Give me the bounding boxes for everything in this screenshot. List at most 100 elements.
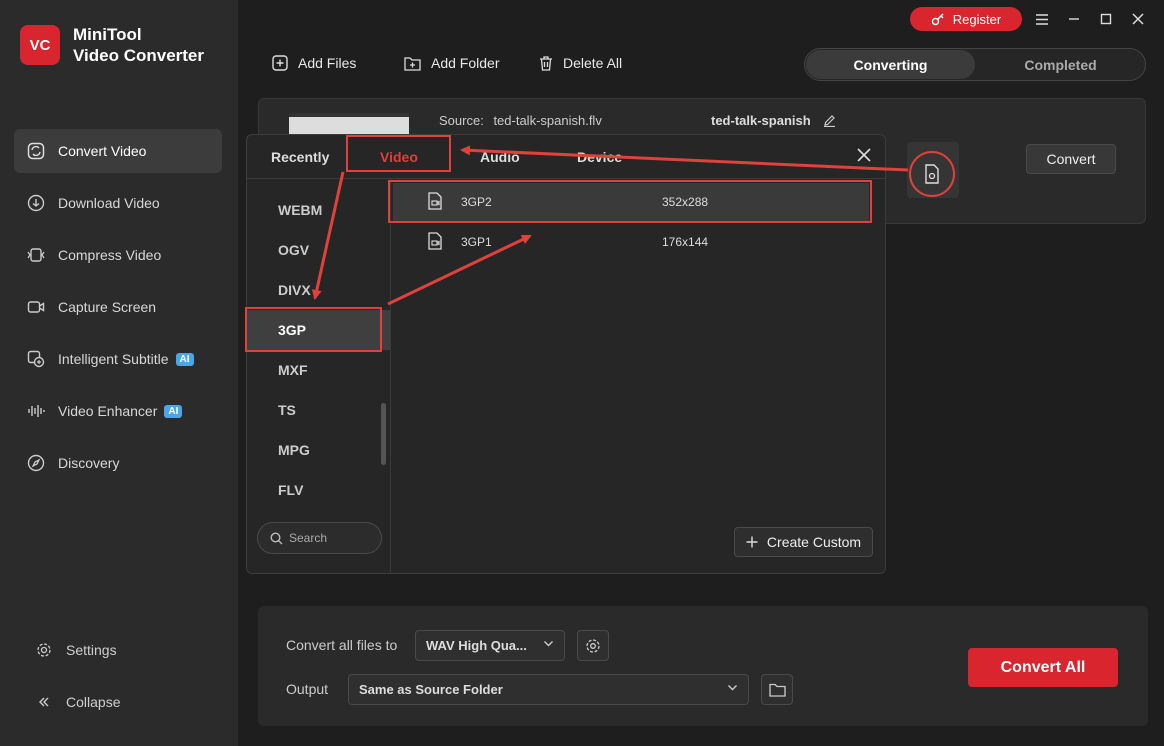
sidebar-item-capture-screen[interactable]: Capture Screen (14, 285, 222, 329)
chevron-down-icon (543, 637, 554, 652)
download-icon (26, 193, 46, 213)
popup-close-icon[interactable] (857, 145, 871, 168)
convert-all-button[interactable]: Convert All (968, 648, 1118, 687)
source-label: Source: (439, 113, 484, 128)
create-custom-button[interactable]: Create Custom (734, 527, 873, 557)
tab-converting[interactable]: Converting (806, 50, 975, 79)
preset-row-3gp1[interactable]: 3GP1 176x144 (393, 223, 869, 261)
source-filename: ted-talk-spanish.flv (493, 113, 602, 128)
browse-folder-button[interactable] (761, 674, 793, 705)
target-name: ted-talk-spanish (711, 113, 836, 128)
sidebar-item-convert-video[interactable]: Convert Video (14, 129, 222, 173)
gear-icon (586, 638, 600, 653)
app-logo: VC (20, 25, 60, 65)
format-list-scrollbar[interactable] (381, 403, 386, 465)
tab-completed[interactable]: Completed (976, 50, 1145, 79)
convert-icon (26, 141, 46, 161)
preset-name: 3GP1 (461, 235, 492, 249)
format-settings-gear-button[interactable] (577, 630, 609, 661)
register-button[interactable]: Register (910, 7, 1022, 31)
format-search-input[interactable]: Search (257, 522, 382, 554)
sidebar-bottom: Settings Collapse (20, 624, 220, 728)
output-label: Output (286, 681, 329, 697)
sidebar-nav: Convert Video Download Video Compress Vi… (14, 129, 222, 493)
sidebar-item-label: Intelligent Subtitle (58, 351, 169, 367)
camera-icon (26, 297, 46, 317)
sidebar-item-label: Video Enhancer (58, 403, 158, 419)
add-file-icon (272, 55, 288, 71)
folder-icon (768, 683, 786, 697)
tab-audio[interactable]: Audio (480, 149, 520, 165)
minimize-icon[interactable] (1064, 9, 1084, 29)
tab-recently[interactable]: Recently (271, 149, 329, 165)
source-info: Source: ted-talk-spanish.flv (439, 113, 602, 128)
sidebar-item-label: Discovery (58, 455, 120, 471)
format-item-ts[interactable]: TS (247, 390, 390, 430)
tab-device[interactable]: Device (577, 149, 622, 165)
bottom-bar: Convert all files to WAV High Qua... Out… (258, 606, 1148, 726)
sidebar-item-label: Convert Video (58, 143, 147, 159)
sidebar-item-video-enhancer[interactable]: Video Enhancer AI (14, 389, 222, 433)
format-item-ogv[interactable]: OGV (247, 230, 390, 270)
format-icon-highlight[interactable] (909, 151, 955, 197)
key-icon (931, 12, 945, 26)
settings-button[interactable]: Settings (20, 624, 220, 676)
add-folder-button[interactable]: Add Folder (404, 55, 499, 71)
delete-all-button[interactable]: Delete All (539, 55, 622, 71)
convert-all-format-select[interactable]: WAV High Qua... (415, 630, 565, 661)
format-item-divx[interactable]: DIVX (247, 270, 390, 310)
sidebar-item-download-video[interactable]: Download Video (14, 181, 222, 225)
format-item-webm[interactable]: WEBM (247, 190, 390, 230)
collapse-label: Collapse (66, 694, 121, 710)
settings-label: Settings (66, 642, 117, 658)
collapse-button[interactable]: Collapse (20, 676, 220, 728)
close-icon[interactable] (1128, 9, 1148, 29)
video-tab-highlight (346, 135, 451, 172)
preset-resolution: 176x144 (662, 235, 709, 249)
double-chevron-left-icon (34, 692, 54, 712)
sidebar: VC MiniTool Video Converter Convert Vide… (0, 0, 238, 746)
add-folder-icon (404, 56, 421, 71)
sidebar-item-label: Download Video (58, 195, 160, 211)
convert-all-format-value: WAV High Qua... (426, 638, 527, 653)
format-list: WEBM OGV DIVX 3GP MXF TS MPG FLV (247, 179, 391, 573)
maximize-icon[interactable] (1096, 9, 1116, 29)
video-file-icon (428, 232, 442, 250)
sidebar-item-label: Capture Screen (58, 299, 157, 315)
conversion-tabs: Converting Completed (804, 48, 1146, 81)
register-label: Register (952, 11, 1002, 27)
compass-icon (26, 453, 46, 473)
trash-icon (540, 55, 552, 71)
sidebar-item-intelligent-subtitle[interactable]: Intelligent Subtitle AI (14, 337, 222, 381)
output-folder-select[interactable]: Same as Source Folder (348, 674, 749, 705)
add-files-label: Add Files (298, 55, 357, 71)
waveform-icon (26, 401, 46, 421)
format-item-mpg[interactable]: MPG (247, 430, 390, 470)
format-item-mxf[interactable]: MXF (247, 350, 390, 390)
create-custom-label: Create Custom (766, 534, 862, 550)
compress-icon (26, 245, 46, 265)
output-folder-value: Same as Source Folder (359, 682, 503, 697)
delete-all-label: Delete All (563, 55, 623, 71)
convert-all-to-label: Convert all files to (286, 637, 398, 653)
subtitle-icon (26, 349, 46, 369)
add-files-button[interactable]: Add Files (272, 55, 356, 71)
menu-icon[interactable] (1032, 9, 1052, 29)
edit-icon[interactable] (823, 114, 836, 127)
ai-badge: AI (164, 404, 183, 418)
search-icon (270, 531, 283, 544)
video-thumbnail[interactable] (289, 113, 409, 135)
3gp-highlight (245, 307, 382, 352)
search-placeholder: Search (289, 531, 328, 545)
sidebar-item-compress-video[interactable]: Compress Video (14, 233, 222, 277)
convert-button[interactable]: Convert (1026, 144, 1116, 174)
format-gear-icon (925, 164, 939, 184)
format-item-flv[interactable]: FLV (247, 470, 390, 510)
3gp2-highlight (388, 180, 872, 223)
chevron-down-icon (727, 681, 738, 696)
app-name: MiniTool Video Converter (73, 25, 205, 65)
popup-tabs: Recently Video Audio Device (247, 135, 885, 179)
sidebar-item-discovery[interactable]: Discovery (14, 441, 222, 485)
plus-icon (746, 536, 758, 548)
gear-icon (34, 640, 54, 660)
